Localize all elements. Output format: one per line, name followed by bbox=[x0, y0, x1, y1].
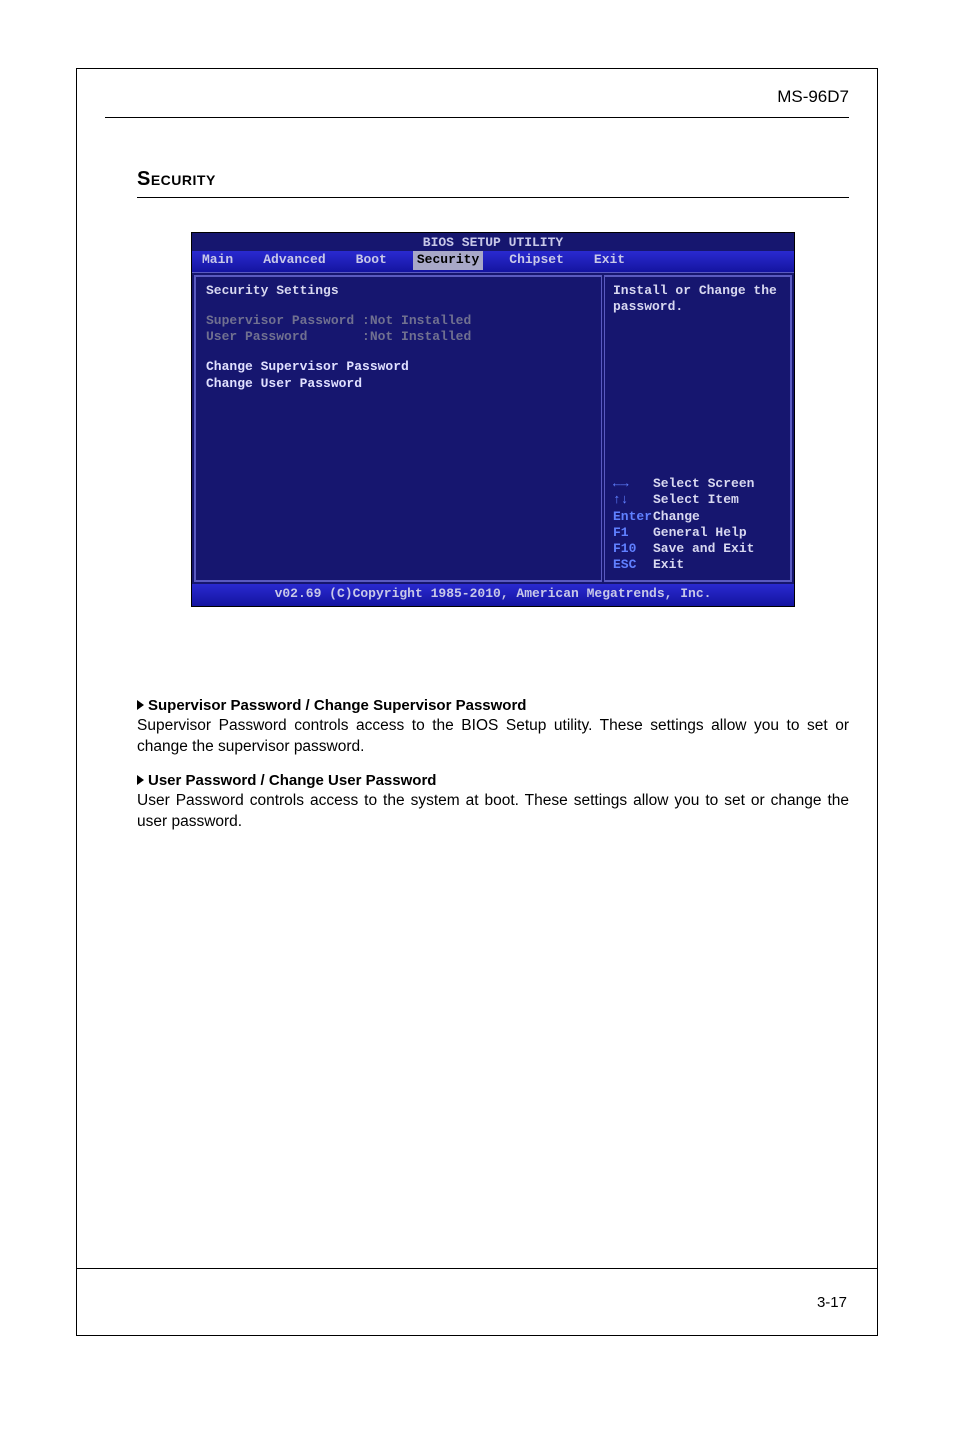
bios-body: Security Settings Supervisor Password :N… bbox=[192, 272, 794, 584]
bios-key: F10 bbox=[613, 541, 653, 557]
desc-title: User Password / Change User Password bbox=[148, 772, 436, 789]
bios-tab-security[interactable]: Security bbox=[413, 251, 483, 269]
desc-heading-user: User Password / Change User Password bbox=[137, 772, 849, 789]
description-block: Supervisor Password / Change Supervisor … bbox=[77, 697, 877, 833]
bios-key-desc: Change bbox=[653, 509, 700, 524]
triangle-icon bbox=[137, 700, 144, 710]
bios-settings-heading: Security Settings bbox=[206, 283, 591, 299]
bios-key-desc: Select Screen bbox=[653, 476, 754, 491]
page-header: MS-96D7 bbox=[77, 69, 877, 128]
bios-row-supervisor: Supervisor Password :Not Installed bbox=[206, 313, 591, 329]
desc-title: Supervisor Password / Change Supervisor … bbox=[148, 697, 526, 714]
bios-footer: v02.69 (C)Copyright 1985-2010, American … bbox=[192, 584, 794, 606]
page-frame: MS-96D7 Security BIOS SETUP UTILITY Main… bbox=[76, 68, 878, 1336]
page-number: 3-17 bbox=[817, 1294, 847, 1311]
bios-tab-chipset[interactable]: Chipset bbox=[505, 251, 568, 269]
bios-tab-exit[interactable]: Exit bbox=[590, 251, 629, 269]
triangle-icon bbox=[137, 775, 144, 785]
bios-left-pane: Security Settings Supervisor Password :N… bbox=[194, 275, 602, 582]
bios-key: ↑↓ bbox=[613, 492, 653, 508]
bios-key-row: F10Save and Exit bbox=[613, 541, 782, 557]
bios-tab-advanced[interactable]: Advanced bbox=[259, 251, 329, 269]
bios-tab-main[interactable]: Main bbox=[198, 251, 237, 269]
bios-title: BIOS SETUP UTILITY bbox=[192, 233, 794, 251]
bios-key: Enter bbox=[613, 509, 653, 525]
bios-row-user: User Password :Not Installed bbox=[206, 329, 591, 345]
content-area: Security BIOS SETUP UTILITY Main Advance… bbox=[77, 128, 877, 607]
bios-key-row: EnterChange bbox=[613, 509, 782, 525]
bios-help-text: Install or Change the password. bbox=[613, 283, 782, 316]
bios-key: F1 bbox=[613, 525, 653, 541]
desc-text-supervisor: Supervisor Password controls access to t… bbox=[137, 716, 849, 758]
section-title: Security bbox=[137, 168, 849, 198]
bios-key: ←→ bbox=[613, 476, 653, 492]
footer-rule bbox=[77, 1268, 877, 1269]
desc-heading-supervisor: Supervisor Password / Change Supervisor … bbox=[137, 697, 849, 714]
model-number: MS-96D7 bbox=[105, 87, 849, 118]
bios-right-pane: Install or Change the password. ←→Select… bbox=[604, 275, 792, 582]
bios-tab-bar: Main Advanced Boot Security Chipset Exit bbox=[192, 251, 794, 271]
desc-text-user: User Password controls access to the sys… bbox=[137, 791, 849, 833]
bios-row-label: Supervisor Password bbox=[206, 313, 354, 328]
bios-key-desc: Select Item bbox=[653, 492, 739, 507]
bios-row-value: :Not Installed bbox=[362, 329, 471, 344]
bios-tab-boot[interactable]: Boot bbox=[352, 251, 391, 269]
bios-key-legend: ←→Select Screen ↑↓Select Item EnterChang… bbox=[613, 476, 782, 574]
bios-action-change-user[interactable]: Change User Password bbox=[206, 376, 591, 392]
bios-action-change-supervisor[interactable]: Change Supervisor Password bbox=[206, 359, 591, 375]
bios-key-row: F1General Help bbox=[613, 525, 782, 541]
bios-key: ESC bbox=[613, 557, 653, 573]
bios-row-value: :Not Installed bbox=[362, 313, 471, 328]
bios-screenshot: BIOS SETUP UTILITY Main Advanced Boot Se… bbox=[191, 232, 795, 607]
bios-key-row: ↑↓Select Item bbox=[613, 492, 782, 508]
bios-row-label: User Password bbox=[206, 329, 307, 344]
bios-key-desc: Save and Exit bbox=[653, 541, 754, 556]
bios-key-row: ESCExit bbox=[613, 557, 782, 573]
bios-key-row: ←→Select Screen bbox=[613, 476, 782, 492]
bios-key-desc: Exit bbox=[653, 557, 684, 572]
bios-key-desc: General Help bbox=[653, 525, 747, 540]
